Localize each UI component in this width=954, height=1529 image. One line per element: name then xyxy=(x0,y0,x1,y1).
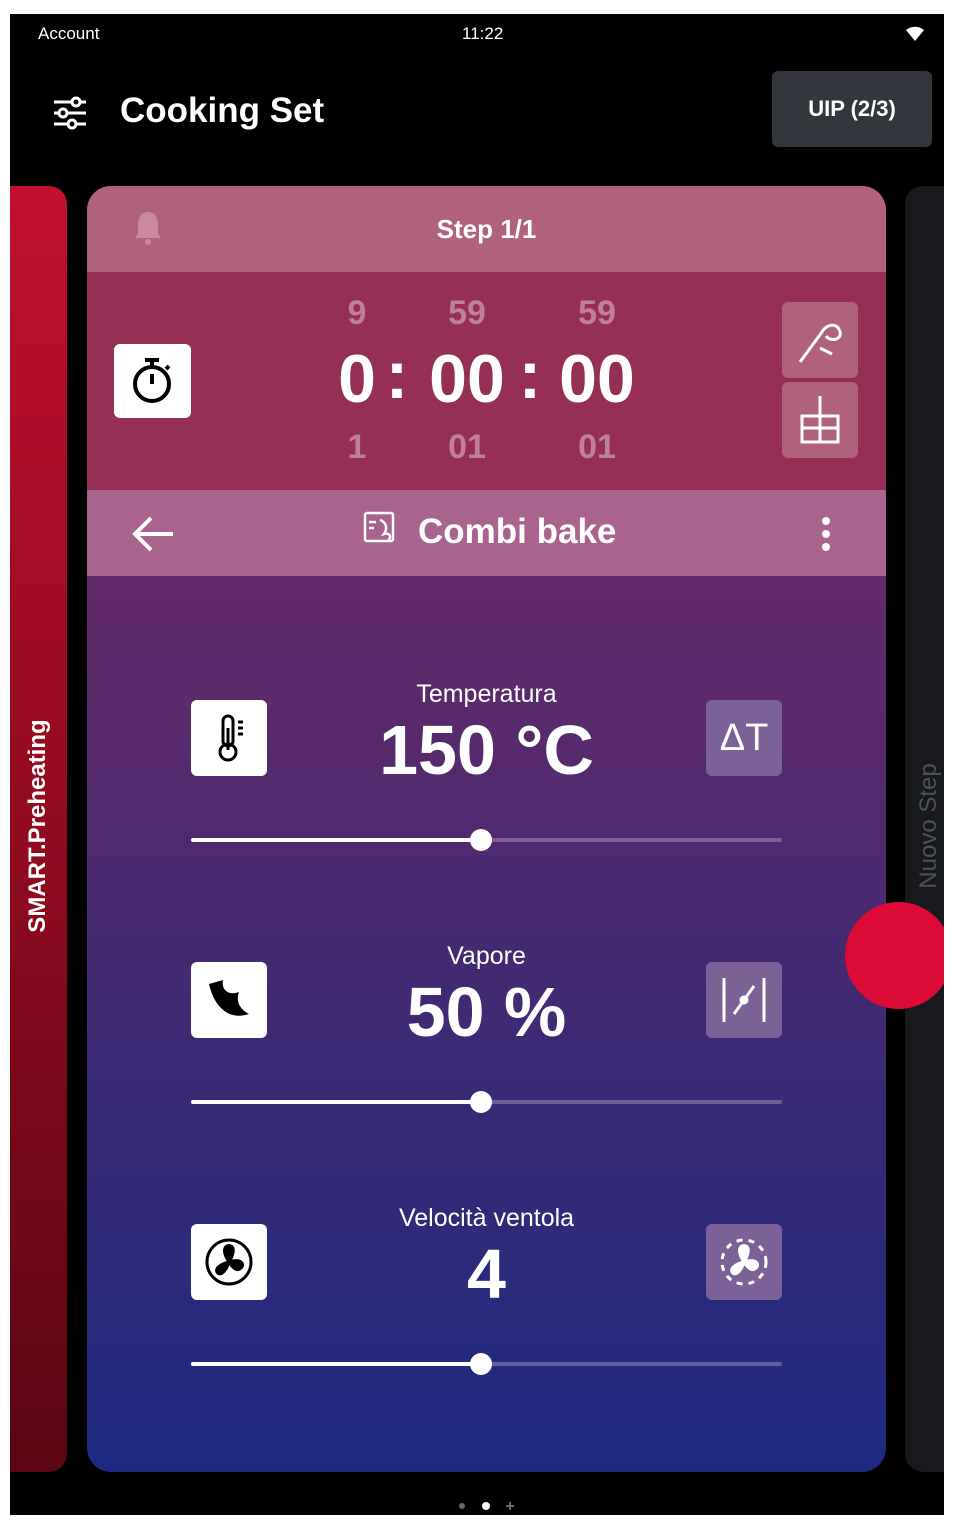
steam-slider-fill xyxy=(191,1100,481,1104)
fan-speed-slider-thumb[interactable] xyxy=(469,1353,492,1375)
combi-bake-icon xyxy=(362,510,396,553)
page-dot-2 xyxy=(482,1502,490,1510)
uip-button[interactable]: UIP (2/3) xyxy=(772,71,932,147)
mode-bar: Combi bake xyxy=(87,490,886,576)
page-indicator xyxy=(458,1498,518,1514)
step-card: Step 1/1 9 59 59 0 : 00 : 00 1 01 01 Com… xyxy=(87,186,886,1472)
timer-section: 9 59 59 0 : 00 : 00 1 01 01 xyxy=(87,272,886,490)
temperature-slider-thumb[interactable] xyxy=(469,829,492,851)
delta-t-button[interactable]: ΔT xyxy=(706,700,782,776)
timer-separator-1: : xyxy=(385,337,409,413)
smart-preheating-label: SMART.Preheating xyxy=(24,719,51,933)
steam-slider-thumb[interactable] xyxy=(469,1091,492,1113)
mode-name: Combi bake xyxy=(418,511,617,551)
add-page-icon xyxy=(506,1502,514,1510)
new-step-panel[interactable]: Nuovo Step xyxy=(905,186,944,1472)
clock: 11:22 xyxy=(462,24,504,43)
more-options-icon[interactable] xyxy=(820,516,832,552)
timer-hours[interactable]: 0 xyxy=(327,340,387,418)
temperature-parameter: Temperatura 150 °C ΔT xyxy=(87,666,886,866)
fan-speed-slider-fill xyxy=(191,1362,481,1366)
new-step-label: Nuovo Step xyxy=(915,763,942,889)
core-probe-icon[interactable] xyxy=(782,302,858,378)
new-step-handle[interactable] xyxy=(845,902,944,1009)
tray-icon[interactable] xyxy=(782,382,858,458)
page-dot-1 xyxy=(459,1503,465,1509)
timer-hours-prev: 9 xyxy=(347,294,367,332)
page-title: Cooking Set xyxy=(120,91,325,130)
timer-minutes-prev: 59 xyxy=(448,294,486,332)
mode-title[interactable]: Combi bake xyxy=(362,510,616,553)
status-bar: Account 11:22 xyxy=(10,14,944,54)
timer-seconds-prev: 59 xyxy=(578,294,616,332)
sliders-icon[interactable] xyxy=(50,93,90,133)
timer-separator-2: : xyxy=(518,337,542,413)
steam-slider[interactable] xyxy=(191,1091,782,1113)
account-label[interactable]: Account xyxy=(38,24,99,44)
steam-parameter: Vapore 50 % xyxy=(87,928,886,1128)
timer-minutes-next: 01 xyxy=(448,428,486,466)
fan-speed-parameter: Velocità ventola 4 xyxy=(87,1190,886,1390)
smart-preheating-panel[interactable]: SMART.Preheating xyxy=(10,186,67,1472)
step-label: Step 1/1 xyxy=(436,214,537,244)
stopwatch-icon[interactable] xyxy=(114,344,191,418)
step-header: Step 1/1 xyxy=(87,186,886,272)
temperature-slider-fill xyxy=(191,838,481,842)
app-header: Cooking Set UIP (2/3) xyxy=(10,69,944,169)
timer-seconds-next: 01 xyxy=(578,428,616,466)
timer-minutes[interactable]: 00 xyxy=(412,340,522,418)
timer-hours-next: 1 xyxy=(347,428,367,466)
screen: Account 11:22 Cooking Set UIP (2/3) SMAR… xyxy=(10,14,944,1515)
fan-speed-slider[interactable] xyxy=(191,1353,782,1375)
temperature-slider[interactable] xyxy=(191,829,782,851)
fan-icon[interactable] xyxy=(191,1224,267,1300)
wifi-icon xyxy=(904,24,926,47)
humidity-icon[interactable] xyxy=(706,962,782,1038)
fan-pulse-icon[interactable] xyxy=(706,1224,782,1300)
timer-seconds[interactable]: 00 xyxy=(542,340,652,418)
thermometer-icon[interactable] xyxy=(191,700,267,776)
back-arrow-icon[interactable] xyxy=(129,514,177,554)
steam-icon[interactable] xyxy=(191,962,267,1038)
